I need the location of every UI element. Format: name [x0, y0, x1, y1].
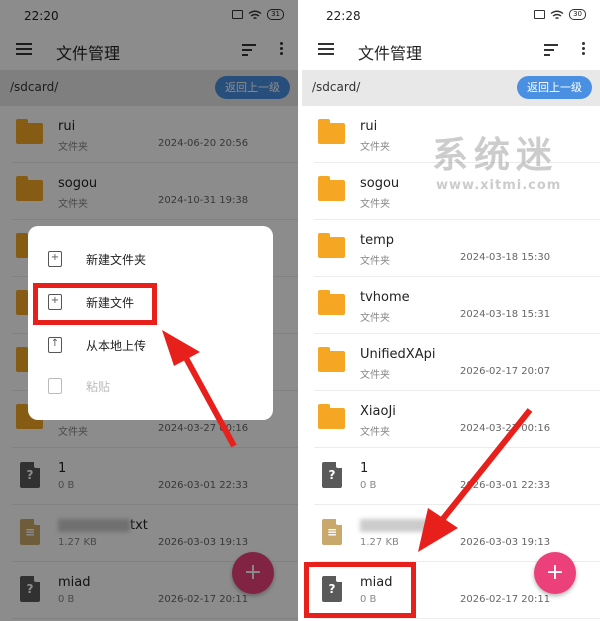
right-screenshot: 22:28 30 文件管理 /sdcard/ 返回上一级 rui 文件夹 sogou…	[302, 0, 600, 621]
left-screenshot: 22:20 31 文件管理 /sdcard/ 返回上一级 rui 文件夹 2024-…	[0, 0, 298, 621]
arrow-annotation	[162, 330, 237, 448]
arrow-annotation	[418, 408, 533, 552]
